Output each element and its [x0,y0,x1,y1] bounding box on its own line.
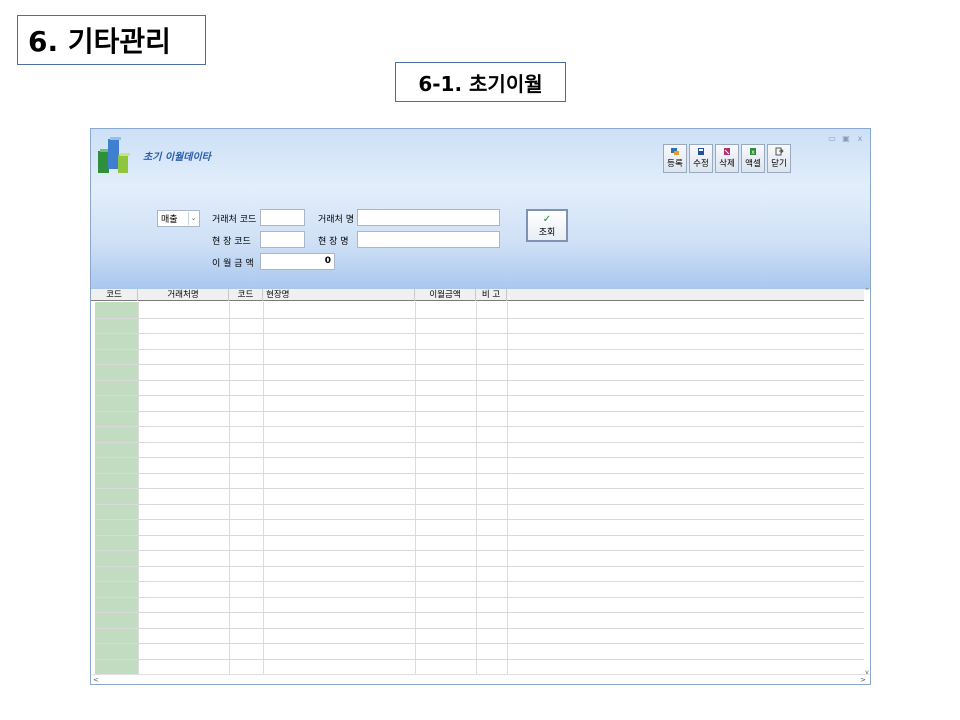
slide-title: 6. 기타관리 [17,15,206,65]
delete-button-label: 삭제 [719,159,735,169]
register-button-label: 등록 [667,159,683,169]
excel-icon: x [750,148,756,156]
close-button[interactable]: 닫기 [767,144,791,173]
scroll-left-icon[interactable]: < [93,676,99,684]
grid-row-line [95,457,866,458]
grid-row-line [95,426,866,427]
edit-button-label: 수정 [693,159,709,169]
site-code-input[interactable] [260,231,305,248]
register-button[interactable]: 등록 [663,144,687,173]
close-icon[interactable]: x [856,135,864,143]
column-header-note[interactable]: 비 고 [476,289,507,301]
grid-row-line [95,473,866,474]
category-select[interactable]: 매출 ⌄ [157,210,200,227]
grid-row-line [95,643,866,644]
column-divider [263,302,264,676]
delete-icon [724,148,730,155]
grid-row-line [95,318,866,319]
grid-row-line [95,442,866,443]
toolbar: 등록 수정 삭제 x 액셀 닫기 [663,144,791,173]
grid-row-line [95,519,866,520]
column-divider [476,302,477,676]
grid-row-line [95,581,866,582]
grid-body [91,302,866,676]
check-icon: ✓ [542,213,552,225]
grid-row-line [95,349,866,350]
svg-text:x: x [751,149,755,156]
grid-row-line [95,659,866,660]
vertical-scrollbar[interactable]: ^ v [864,289,870,676]
carryover-amount-label: 이 월 금 액 [212,259,254,269]
restore-icon[interactable]: ▣ [842,135,850,143]
column-header-code[interactable]: 코드 [91,289,138,301]
grid-row-line [95,628,866,629]
site-name-label: 현 장 명 [318,237,349,247]
site-code-label: 현 장 코드 [212,237,251,247]
window-header: 초기 이월데이타 등록 수정 삭제 x 액셀 닫기 ▭ ▣ x [91,129,870,187]
grid-row-line [95,364,866,365]
register-icon [671,148,679,155]
data-grid[interactable]: 코드 거래처명 코드 현장명 이월금액 비 고 [91,289,866,676]
column-header-filler [507,289,866,301]
site-name-input[interactable] [357,231,500,248]
column-divider [507,302,508,676]
grid-row-line [95,333,866,334]
exit-icon [775,147,784,156]
client-name-label: 거래처 명 [318,215,354,225]
grid-row-line [95,597,866,598]
grid-row-line [95,488,866,489]
grid-row-line [95,411,866,412]
grid-row-line [95,504,866,505]
chevron-down-icon[interactable]: ⌄ [188,212,198,225]
column-divider [415,302,416,676]
grid-header: 코드 거래처명 코드 현장명 이월금액 비 고 [91,289,866,301]
grid-row-line [95,550,866,551]
excel-button-label: 액셀 [745,159,761,169]
save-icon [698,148,704,155]
column-header-site-name[interactable]: 현장명 [263,289,415,301]
scroll-right-icon[interactable]: > [860,676,866,684]
window-controls: ▭ ▣ x [828,135,864,143]
grid-row-line [95,395,866,396]
delete-button[interactable]: 삭제 [715,144,739,173]
query-button[interactable]: ✓ 조회 [526,209,568,242]
app-window: 초기 이월데이타 등록 수정 삭제 x 액셀 닫기 ▭ ▣ x 매출 ⌄ 거래처… [90,128,871,685]
edit-button[interactable]: 수정 [689,144,713,173]
carryover-amount-input[interactable]: 0 [260,253,335,270]
client-name-input[interactable] [357,209,500,226]
column-divider [229,302,230,676]
client-code-input[interactable] [260,209,305,226]
scroll-up-icon[interactable]: ^ [864,289,870,295]
column-header-site-code[interactable]: 코드 [229,289,263,301]
excel-button[interactable]: x 액셀 [741,144,765,173]
client-code-label: 거래처 코드 [212,215,257,225]
column-divider [138,302,139,676]
query-button-label: 조회 [538,227,556,238]
code-column-highlight [95,302,138,676]
column-header-carryover-amount[interactable]: 이월금액 [415,289,476,301]
minimize-icon[interactable]: ▭ [828,135,836,143]
grid-row-line [95,612,866,613]
grid-row-line [95,380,866,381]
window-title: 초기 이월데이타 [143,152,211,163]
horizontal-scrollbar[interactable]: < > [91,674,870,684]
filter-panel: 매출 ⌄ 거래처 코드 거래처 명 현 장 코드 현 장 명 이 월 금 액 0… [91,187,870,289]
grid-row-line [95,535,866,536]
category-select-value: 매출 [161,215,178,225]
close-button-label: 닫기 [771,159,787,169]
slide-subtitle: 6-1. 초기이월 [395,62,566,102]
grid-row-line [95,566,866,567]
column-header-client-name[interactable]: 거래처명 [138,289,229,301]
app-logo-icon [98,137,130,173]
